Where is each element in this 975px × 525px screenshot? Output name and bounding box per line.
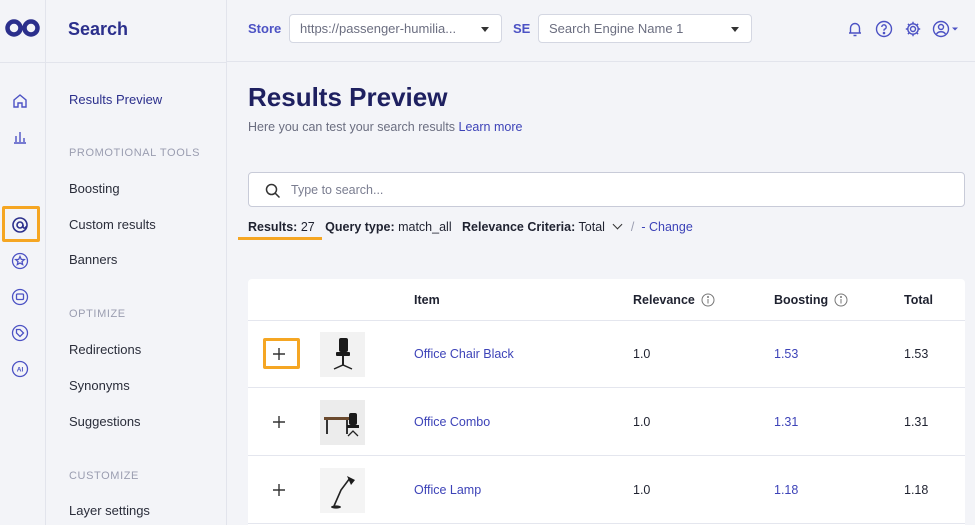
sidebar-item-banners[interactable]: Banners (69, 252, 117, 267)
section-sidebar: Search Results Preview PROMOTIONAL TOOLS… (46, 0, 227, 525)
page-title: Results Preview (248, 82, 448, 112)
boosting-value[interactable]: 1.18 (774, 483, 798, 497)
expand-plus-icon[interactable] (267, 478, 291, 502)
main-content: Results Preview Here you can test your s… (227, 62, 975, 525)
banner-icon[interactable] (10, 287, 30, 307)
column-header-item: Item (414, 293, 440, 307)
info-icon[interactable] (834, 293, 848, 307)
page-subtitle: Here you can test your search results Le… (248, 120, 522, 134)
sidebar-group-optimize: OPTIMIZE (69, 308, 126, 320)
expand-plus-icon[interactable] (267, 410, 291, 434)
query-type-value: match_all (398, 220, 452, 234)
relevance-value: 1.0 (633, 483, 651, 497)
sidebar-group-promotional: PROMOTIONAL TOOLS (69, 147, 201, 159)
table-row: Office Lamp 1.0 1.18 1.18 (248, 457, 965, 524)
store-select-value: https://passenger-humilia... (300, 21, 457, 36)
analytics-icon[interactable] (10, 127, 30, 147)
sidebar-item-synonyms[interactable]: Synonyms (69, 378, 130, 393)
bell-icon[interactable] (846, 20, 864, 38)
item-name-link[interactable]: Office Lamp (414, 483, 481, 497)
column-header-boosting: Boosting (774, 293, 848, 307)
sidebar-item-custom-results[interactable]: Custom results (69, 217, 156, 232)
store-label: Store (248, 21, 282, 36)
store-select[interactable]: https://passenger-humilia... (289, 14, 502, 43)
results-count: 27 (300, 220, 315, 234)
learn-more-link[interactable]: Learn more (459, 120, 523, 134)
total-value: 1.18 (904, 483, 929, 497)
results-meta: Results: 27 Query type: match_all Releva… (248, 219, 693, 234)
info-icon[interactable] (701, 293, 715, 307)
relevance-criteria-value[interactable]: Total (579, 220, 605, 234)
sidebar-item-results-preview[interactable]: Results Preview (69, 92, 162, 107)
item-name-link[interactable]: Office Combo (414, 415, 490, 429)
boosting-value[interactable]: 1.31 (774, 415, 798, 429)
chevron-down-icon (481, 27, 489, 32)
product-thumbnail (320, 468, 365, 513)
product-thumbnail (320, 332, 365, 377)
star-icon[interactable] (10, 251, 30, 271)
svg-text:AI: AI (17, 367, 24, 374)
change-link[interactable]: Change (649, 220, 693, 234)
column-header-relevance: Relevance (633, 293, 715, 307)
relevance-value: 1.0 (633, 415, 651, 429)
icon-rail: AI (0, 0, 46, 525)
relevance-value: 1.0 (633, 347, 651, 361)
search-engine-select[interactable]: Search Engine Name 1 (538, 14, 752, 43)
user-menu-icon[interactable] (932, 20, 960, 38)
results-highlight (238, 237, 322, 240)
se-label: SE (513, 21, 531, 36)
help-icon[interactable] (875, 20, 893, 38)
total-value: 1.53 (904, 347, 929, 361)
change-dash: - (641, 220, 646, 234)
sidebar-group-customize: CUSTOMIZE (69, 470, 139, 482)
sidebar-item-layer-settings[interactable]: Layer settings (69, 503, 150, 518)
rail-divider (0, 62, 46, 63)
search-icon (265, 183, 281, 199)
item-name-link[interactable]: Office Chair Black (414, 347, 514, 361)
sidebar-item-suggestions[interactable]: Suggestions (69, 414, 141, 429)
ai-icon[interactable]: AI (10, 359, 30, 379)
sidebar-item-redirections[interactable]: Redirections (69, 342, 141, 357)
search-box (248, 172, 965, 207)
gear-icon[interactable] (904, 20, 922, 38)
search-engine-select-value: Search Engine Name 1 (549, 21, 684, 36)
sidebar-divider (46, 62, 227, 63)
section-title: Search (68, 19, 129, 39)
meta-separator: / (630, 220, 635, 234)
column-header-total: Total (904, 293, 933, 307)
results-label: Results: (248, 220, 298, 234)
home-icon[interactable] (10, 91, 30, 111)
relevance-criteria-label: Relevance Criteria: (462, 220, 576, 234)
subtitle-text: Here you can test your search results (248, 120, 456, 134)
brand-logo-icon[interactable] (5, 18, 41, 38)
chevron-down-icon (731, 27, 739, 32)
boosting-value[interactable]: 1.53 (774, 347, 798, 361)
top-header: Store https://passenger-humilia... SE Se… (227, 0, 975, 62)
query-type-label: Query type: (325, 220, 395, 234)
search-input[interactable] (291, 180, 891, 200)
total-value: 1.31 (904, 415, 929, 429)
chevron-down-icon[interactable] (612, 219, 623, 230)
results-table: Item Relevance Boosting Total Office Cha… (248, 279, 965, 525)
search-nav-icon[interactable] (10, 215, 30, 235)
table-row: Office Chair Black 1.0 1.53 1.53 (248, 321, 965, 388)
sidebar-item-boosting[interactable]: Boosting (69, 181, 120, 196)
expand-plus-icon[interactable] (267, 342, 291, 366)
table-row: Office Combo 1.0 1.31 1.31 (248, 389, 965, 456)
tag-icon[interactable] (10, 323, 30, 343)
product-thumbnail (320, 400, 365, 445)
